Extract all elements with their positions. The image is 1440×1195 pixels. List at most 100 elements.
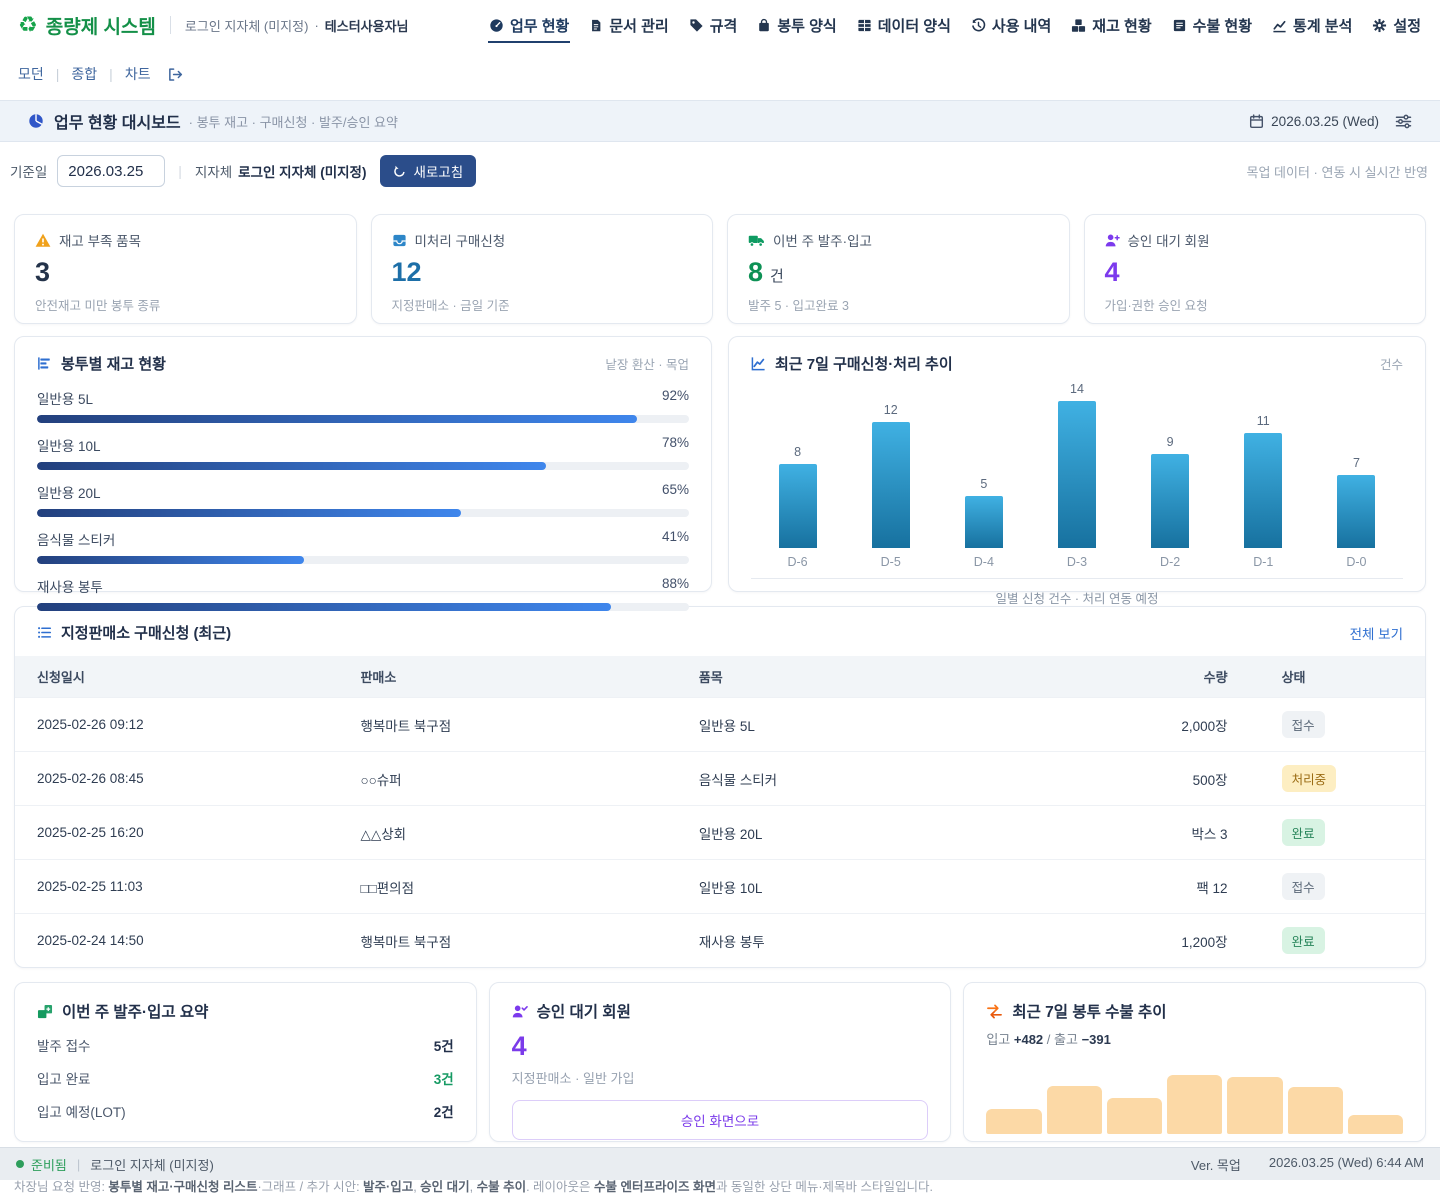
bottom-row: 이번 주 발주·입고 요약 발주 접수5건입고 완료3건입고 예정(LOT)2건… (14, 982, 1426, 1142)
trend-bar (779, 464, 817, 548)
trend-x-label: D-4 (937, 555, 1030, 569)
approval-title: 승인 대기 회원 (537, 1000, 631, 1022)
inventory-bar-fill (37, 603, 611, 611)
column-header-2: 품목 (699, 656, 1080, 698)
store-name: 행복마트 북구점 (360, 914, 698, 968)
nav-item-ledger[interactable]: 수불 현황 (1171, 8, 1253, 43)
base-date-input[interactable] (57, 155, 165, 187)
table-row[interactable]: 2025-02-25 16:20△△상회일반용 20L박스 3완료 (15, 806, 1425, 860)
inventory-bar-fill (37, 415, 637, 423)
refresh-button[interactable]: 새로고침 (380, 155, 476, 187)
table-row[interactable]: 2025-02-25 11:03□□편의점일반용 10L팩 12접수 (15, 860, 1425, 914)
approval-panel: 승인 대기 회원 4 지정판매소 · 일반 가입 승인 화면으로 (489, 982, 952, 1142)
inventory-item-label: 일반용 10L (37, 435, 101, 455)
summary-label: 발주 접수 (37, 1035, 90, 1055)
nav-item-label: 통계 분석 (1293, 15, 1352, 36)
kpi-value: 12 (392, 257, 693, 288)
inventory-item-label: 재사용 봉투 (37, 576, 103, 596)
exit-icon[interactable] (167, 67, 183, 82)
table-row[interactable]: 2025-02-24 14:50행복마트 북구점재사용 봉투1,200장완료 (15, 914, 1425, 968)
footnote-segment: 봉투별 재고·구매신청 리스트 (108, 1180, 257, 1194)
truck-icon (748, 233, 765, 248)
inventory-bar-track (37, 556, 689, 564)
nav-item-gauge[interactable]: 업무 현황 (488, 8, 570, 43)
order-summary-header: 이번 주 발주·입고 요약 (37, 1000, 454, 1022)
quantity: 500장 (1080, 752, 1228, 806)
nav-item-stats[interactable]: 통계 분석 (1271, 8, 1353, 43)
quantity: 1,200장 (1080, 914, 1228, 968)
inventory-row-labels: 일반용 10L 78% (37, 435, 689, 455)
trend-x-label: D-6 (751, 555, 844, 569)
nav-item-tag[interactable]: 규격 (688, 8, 739, 43)
order-summary-title: 이번 주 발주·입고 요약 (62, 1000, 208, 1022)
go-to-approval-button[interactable]: 승인 화면으로 (512, 1100, 929, 1140)
requests-table-head: 신청일시판매소품목수량상태 (15, 656, 1425, 698)
kpi-value: 4 (1105, 257, 1406, 288)
bag-icon (757, 18, 771, 33)
subnav-separator: | (56, 66, 60, 82)
trend-bar (1058, 401, 1096, 548)
footnote-segment: 수불 엔터프라이즈 화면 (594, 1180, 716, 1194)
inventory-row: 일반용 5L92% (37, 388, 689, 423)
subnav-separator: | (109, 66, 113, 82)
brand[interactable]: ♻ 종량제 시스템 (18, 12, 156, 39)
summary-value: 2건 (434, 1101, 454, 1121)
nav-item-gear[interactable]: 설정 (1371, 8, 1422, 43)
gauge-icon (489, 18, 504, 33)
kpi-subtitle: 가입·권한 승인 요청 (1105, 295, 1406, 314)
inventory-bar-track (37, 415, 689, 423)
inventory-row-labels: 재사용 봉투 88% (37, 576, 689, 596)
footnote-segment: 수불 추이 (477, 1180, 526, 1194)
nav-item-document[interactable]: 문서 관리 (588, 8, 669, 43)
grid-icon (857, 18, 872, 33)
status-bar: 준비됨 | 로그인 지자체 (미지정) Ver. 목업 2026.03.25 (… (0, 1147, 1440, 1180)
flow-bar (986, 1109, 1041, 1134)
trend-x-axis: D-6D-5D-4D-3D-2D-1D-0 (751, 555, 1403, 578)
page-title: 업무 현황 대시보드 (54, 109, 181, 133)
inventory-bar-fill (37, 556, 304, 564)
nav-item-history[interactable]: 사용 내역 (970, 8, 1052, 43)
nav-item-boxes[interactable]: 재고 현황 (1070, 8, 1152, 43)
kpi-number: 8 (748, 257, 763, 288)
nav-item-bag[interactable]: 봉투 양식 (756, 8, 837, 43)
titlebar-date[interactable]: 2026.03.25 (Wed) (1249, 114, 1379, 129)
inventory-row-labels: 음식물 스티커41% (37, 529, 689, 549)
recycle-icon: ♻ (18, 14, 38, 36)
trend-chart-body: 8125149117 D-6D-5D-4D-3D-2D-1D-0 일별 신청 건… (729, 382, 1425, 617)
kpi-subtitle: 발주 5 · 입고완료 3 (748, 295, 1049, 314)
trend-bar-column: 11 (1217, 382, 1310, 548)
flow-bar (1227, 1077, 1282, 1134)
table-row[interactable]: 2025-02-26 08:45○○슈퍼음식물 스티커500장처리중 (15, 752, 1425, 806)
inventory-item-label: 일반용 5L (37, 388, 93, 408)
kpi-card-header: 이번 주 발주·입고 (748, 230, 1049, 250)
status-badge: 처리중 (1282, 765, 1337, 792)
inventory-bars: 일반용 5L92%일반용 10L78%일반용 20L65%음식물 스티커41%재… (15, 382, 711, 633)
status-cell: 처리중 (1228, 752, 1425, 806)
summary-row: 발주 접수5건 (37, 1035, 454, 1055)
calendar-icon (1249, 114, 1264, 129)
kpi-number: 4 (1105, 257, 1120, 288)
horizontal-bars-icon (37, 356, 52, 371)
kpi-card-header: 재고 부족 품목 (35, 230, 336, 250)
nav-item-label: 수불 현황 (1193, 15, 1252, 36)
trend-bar-column: 7 (1310, 382, 1403, 548)
status-badge: 완료 (1282, 819, 1325, 846)
boxes-icon (1071, 18, 1086, 33)
status-cell: 완료 (1228, 914, 1425, 968)
nav-item-grid[interactable]: 데이터 양식 (856, 8, 952, 43)
column-header-4: 상태 (1228, 656, 1425, 698)
inventory-percent: 88% (662, 576, 689, 596)
inventory-percent: 78% (662, 435, 689, 455)
subnav-item-2[interactable]: 차트 (125, 64, 151, 84)
view-all-link[interactable]: 전체 보기 (1350, 623, 1403, 643)
trend-bar-column: 14 (1030, 382, 1123, 548)
subnav-item-0[interactable]: 모던 (18, 64, 44, 84)
trend-bar-value: 9 (1167, 435, 1174, 449)
subnav-item-1[interactable]: 종합 (71, 64, 97, 84)
flow-subtitle: 입고 +482 / 출고 −391 (986, 1029, 1403, 1048)
summary-label: 입고 예정(LOT) (37, 1101, 126, 1121)
trend-bar (1151, 454, 1189, 549)
trend-bar-column: 5 (937, 382, 1030, 548)
table-row[interactable]: 2025-02-26 09:12행복마트 북구점일반용 5L2,000장접수 (15, 698, 1425, 752)
sliders-icon[interactable] (1395, 114, 1412, 129)
